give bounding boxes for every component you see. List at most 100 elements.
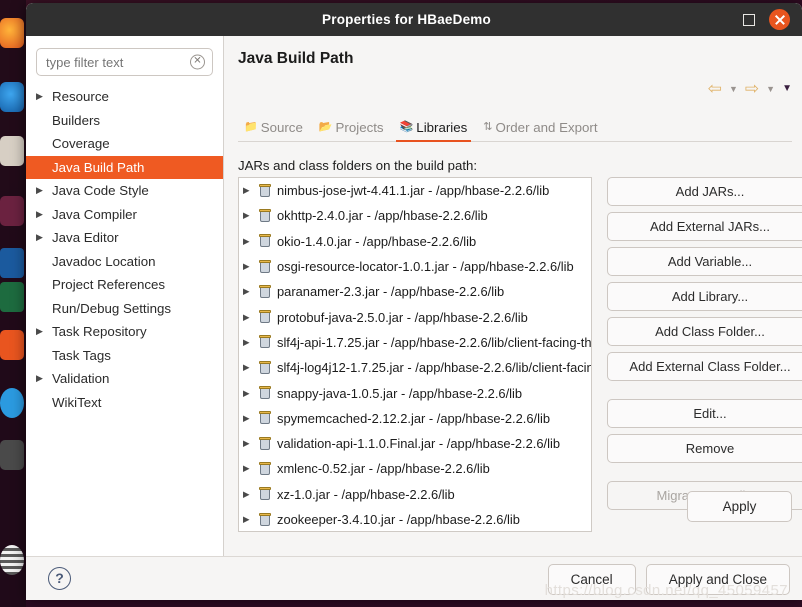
jar-icon [258, 234, 272, 248]
dock-icon-software[interactable] [0, 330, 24, 360]
expand-arrow-icon[interactable]: ▶ [243, 210, 258, 221]
sidebar-item-java-build-path[interactable]: Java Build Path [26, 155, 223, 179]
expand-arrow-icon[interactable]: ▶ [36, 185, 52, 196]
tab-libraries[interactable]: 📚 Libraries [394, 120, 478, 142]
sidebar-item-resource[interactable]: ▶ Resource [26, 85, 223, 109]
build-path-tabs[interactable]: 📁 Source 📂 Projects 📚 Libraries ⇅ Order and Exp… [238, 112, 792, 142]
back-chevron-down-icon[interactable]: ▼ [729, 84, 738, 94]
sidebar-item-builders[interactable]: Builders [26, 109, 223, 133]
dock-icon-files[interactable] [0, 136, 24, 166]
list-item[interactable]: ▶ osgi-resource-locator-1.0.1.jar - /app/… [239, 254, 591, 279]
expand-arrow-icon[interactable]: ▶ [243, 463, 258, 474]
sidebar-item-task-repository[interactable]: ▶ Task Repository [26, 320, 223, 344]
add-variable-button[interactable]: Add Variable... [607, 247, 802, 276]
tab-source[interactable]: 📁 Source [238, 120, 313, 141]
list-item-label: protobuf-java-2.5.0.jar - /app/hbase-2.2… [277, 309, 528, 325]
dock-icon-libreoffice-calc[interactable] [0, 282, 24, 312]
dock-icon-rhythmbox[interactable] [0, 196, 24, 226]
list-item-label: zookeeper-3.4.10.jar - /app/hbase-2.2.6/… [277, 512, 520, 527]
list-item[interactable]: ▶ okio-1.4.0.jar - /app/hbase-2.2.6/lib [239, 229, 591, 254]
expand-arrow-icon[interactable]: ▶ [243, 337, 258, 348]
dock-icon-terminal[interactable] [0, 440, 24, 470]
forward-arrow-icon[interactable]: ⇨ [745, 80, 759, 97]
list-item[interactable]: ▶ slf4j-log4j12-1.7.25.jar - /app/hbase-2… [239, 355, 591, 380]
sidebar-item-wikitext[interactable]: WikiText [26, 391, 223, 415]
dock-icon-thunderbird[interactable] [0, 82, 24, 112]
list-item[interactable]: ▶ zookeeper-3.4.10.jar - /app/hbase-2.2.6… [239, 507, 591, 531]
apply-and-close-button[interactable]: Apply and Close [645, 564, 790, 595]
dock-icon-help[interactable] [0, 388, 24, 418]
forward-chevron-down-icon[interactable]: ▼ [766, 84, 775, 94]
expand-arrow-icon[interactable]: ▶ [243, 489, 258, 500]
window-titlebar: Properties for HBaeDemo [26, 3, 802, 36]
list-item[interactable]: ▶ spymemcached-2.12.2.jar - /app/hbase-2.… [239, 406, 591, 431]
sidebar-item-run-debug-settings[interactable]: Run/Debug Settings [26, 297, 223, 321]
libraries-list[interactable]: ▶ nimbus-jose-jwt-4.41.1.jar - /app/hbase… [238, 177, 592, 532]
cancel-button[interactable]: Cancel [547, 564, 636, 595]
sidebar-item-label: Resource [52, 89, 109, 105]
add-class-folder-button[interactable]: Add Class Folder... [607, 317, 802, 346]
jar-icon [258, 411, 272, 425]
expand-arrow-icon[interactable]: ▶ [243, 514, 258, 525]
expand-arrow-icon[interactable]: ▶ [243, 286, 258, 297]
expand-arrow-icon[interactable]: ▶ [36, 326, 52, 337]
sidebar-item-project-references[interactable]: Project References [26, 273, 223, 297]
expand-arrow-icon[interactable]: ▶ [36, 91, 52, 102]
back-arrow-icon[interactable]: ⇦ [708, 80, 722, 97]
list-item[interactable]: ▶ nimbus-jose-jwt-4.41.1.jar - /app/hbase… [239, 178, 591, 203]
settings-tree[interactable]: ▶ Resource Builders Coverage Java Build Path… [26, 85, 223, 414]
list-item[interactable]: ▶ protobuf-java-2.5.0.jar - /app/hbase-2.… [239, 304, 591, 329]
expand-arrow-icon[interactable]: ▶ [243, 438, 258, 449]
dock-icon-show-applications[interactable] [0, 545, 24, 575]
sidebar-item-label: Project References [52, 277, 166, 293]
add-library-button[interactable]: Add Library... [607, 282, 802, 311]
expand-arrow-icon[interactable]: ▶ [243, 312, 258, 323]
sidebar-item-label: Task Tags [52, 347, 111, 363]
add-jars-button[interactable]: Add JARs... [607, 177, 802, 206]
sidebar-item-java-editor[interactable]: ▶ Java Editor [26, 226, 223, 250]
expand-arrow-icon[interactable]: ▶ [243, 362, 258, 373]
list-item[interactable]: ▶ paranamer-2.3.jar - /app/hbase-2.2.6/li… [239, 279, 591, 304]
expand-arrow-icon[interactable]: ▶ [243, 236, 258, 247]
ubuntu-dock[interactable] [0, 0, 26, 607]
list-item-label: xmlenc-0.52.jar - /app/hbase-2.2.6/lib [277, 461, 490, 477]
tab-projects[interactable]: 📂 Projects [313, 120, 394, 141]
expand-arrow-icon[interactable]: ▶ [243, 388, 258, 399]
list-item[interactable]: ▶ okhttp-2.4.0.jar - /app/hbase-2.2.6/lib [239, 203, 591, 228]
list-item[interactable]: ▶ snappy-java-1.0.5.jar - /app/hbase-2.2.… [239, 380, 591, 405]
close-icon[interactable] [769, 9, 790, 30]
list-item-label: xz-1.0.jar - /app/hbase-2.2.6/lib [277, 486, 455, 502]
expand-arrow-icon[interactable]: ▶ [243, 413, 258, 424]
list-item[interactable]: ▶ xmlenc-0.52.jar - /app/hbase-2.2.6/lib [239, 456, 591, 481]
add-external-class-folder-button[interactable]: Add External Class Folder... [607, 352, 802, 381]
help-icon[interactable]: ? [48, 567, 71, 590]
expand-arrow-icon[interactable]: ▶ [243, 261, 258, 272]
sidebar-item-label: WikiText [52, 394, 102, 410]
expand-arrow-icon[interactable]: ▶ [36, 373, 52, 384]
clear-icon[interactable]: ✕ [190, 54, 205, 70]
dock-icon-firefox[interactable] [0, 18, 24, 48]
list-item[interactable]: ▶ slf4j-api-1.7.25.jar - /app/hbase-2.2.6… [239, 330, 591, 355]
sidebar-item-java-code-style[interactable]: ▶ Java Code Style [26, 179, 223, 203]
search-input[interactable] [37, 54, 212, 70]
dialog-footer: ? Cancel Apply and Close https://blog.cs… [26, 556, 802, 600]
expand-arrow-icon[interactable]: ▶ [36, 209, 52, 220]
tab-order-and-export[interactable]: ⇅ Order and Export [477, 120, 607, 141]
maximize-icon[interactable] [743, 13, 755, 26]
apply-button[interactable]: Apply [687, 491, 792, 522]
sidebar-item-validation[interactable]: ▶ Validation [26, 367, 223, 391]
sidebar-item-java-compiler[interactable]: ▶ Java Compiler [26, 203, 223, 227]
list-item[interactable]: ▶ validation-api-1.1.0.Final.jar - /app/h… [239, 431, 591, 456]
edit-button[interactable]: Edit... [607, 399, 802, 428]
expand-arrow-icon[interactable]: ▶ [36, 232, 52, 243]
filter-box[interactable]: ✕ [36, 48, 213, 76]
menu-chevron-down-icon[interactable]: ▼ [782, 83, 792, 94]
sidebar-item-coverage[interactable]: Coverage [26, 132, 223, 156]
add-external-jars-button[interactable]: Add External JARs... [607, 212, 802, 241]
sidebar-item-task-tags[interactable]: Task Tags [26, 344, 223, 368]
remove-button[interactable]: Remove [607, 434, 802, 463]
sidebar-item-javadoc-location[interactable]: Javadoc Location [26, 250, 223, 274]
list-item[interactable]: ▶ xz-1.0.jar - /app/hbase-2.2.6/lib [239, 482, 591, 507]
dock-icon-libreoffice-writer[interactable] [0, 248, 24, 278]
expand-arrow-icon[interactable]: ▶ [243, 185, 258, 196]
